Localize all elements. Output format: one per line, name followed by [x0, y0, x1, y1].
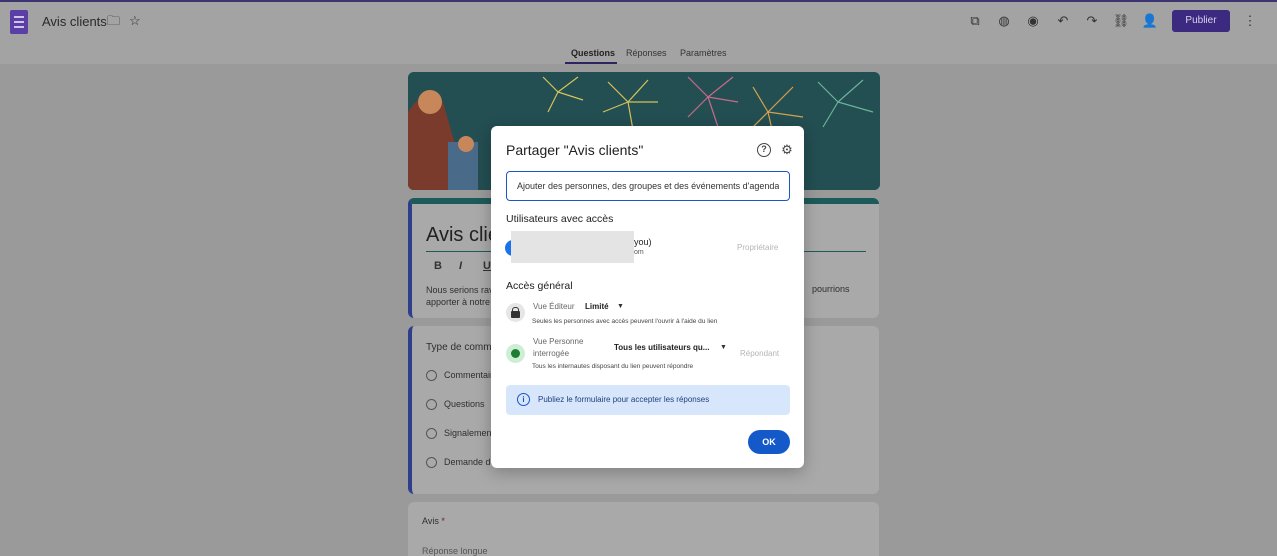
- required-mark: *: [441, 516, 445, 526]
- user-email: om: [634, 249, 644, 256]
- question-title[interactable]: Avis *: [422, 516, 445, 526]
- info-text: Publiez le formulaire pour accepter les …: [538, 395, 710, 404]
- option-label: Demande de: [444, 457, 496, 467]
- chevron-down-icon[interactable]: ▼: [617, 303, 624, 310]
- respondent-view-label-1: Vue Personne: [533, 337, 584, 346]
- owner-role-label: Propriétaire: [737, 243, 779, 252]
- info-icon: i: [517, 393, 530, 406]
- lock-icon: [506, 303, 525, 322]
- active-tab-indicator: [565, 62, 617, 64]
- radio-option[interactable]: Signalement: [426, 428, 495, 440]
- editor-access-description: Seules les personnes avec accès peuvent …: [532, 318, 718, 325]
- share-dialog: Partager "Avis clients" ? ⚙ Utilisateurs…: [491, 126, 804, 468]
- respondent-view-label-2: interrogée: [533, 349, 570, 358]
- general-access-heading: Accès général: [506, 280, 573, 292]
- users-with-access-heading: Utilisateurs avec accès: [506, 213, 614, 225]
- editor-view-label: Vue Éditeur: [533, 302, 575, 311]
- addon-icon[interactable]: ⧉: [966, 12, 984, 30]
- question-card-2[interactable]: Avis * Réponse longue: [408, 502, 879, 556]
- user-name: you): [634, 237, 652, 247]
- question-label: Avis: [422, 516, 439, 526]
- forms-logo-icon[interactable]: [10, 10, 28, 34]
- globe-icon: [506, 344, 525, 363]
- option-label: Signalement: [444, 428, 495, 438]
- option-label: Questions: [444, 399, 485, 409]
- italic-icon[interactable]: I: [459, 260, 462, 272]
- preview-icon[interactable]: ◉: [1024, 12, 1042, 30]
- undo-icon[interactable]: ↶: [1054, 12, 1072, 30]
- more-icon[interactable]: ⋮: [1241, 12, 1259, 30]
- radio-circle-icon[interactable]: [426, 428, 437, 440]
- link-icon[interactable]: ⛓: [1112, 12, 1130, 30]
- tab-settings[interactable]: Paramètres: [680, 48, 727, 58]
- redacted-user-block: [511, 231, 634, 263]
- bold-icon[interactable]: B: [434, 260, 442, 272]
- redo-icon[interactable]: ↷: [1083, 12, 1101, 30]
- radio-option[interactable]: Commentair: [426, 370, 494, 382]
- underline-icon[interactable]: U: [483, 260, 491, 272]
- form-title[interactable]: Avis clie: [426, 224, 499, 247]
- publish-info-banner: i Publiez le formulaire pour accepter le…: [506, 385, 790, 415]
- chevron-down-icon[interactable]: ▼: [720, 344, 727, 351]
- description-right-fragment: pourrions: [812, 284, 850, 294]
- form-tabs: Questions Réponses Paramètres: [0, 48, 1277, 64]
- dialog-title: Partager "Avis clients": [506, 142, 644, 158]
- radio-option[interactable]: Questions: [426, 399, 485, 411]
- help-icon[interactable]: ?: [757, 143, 771, 157]
- folder-icon[interactable]: 🗀: [107, 14, 120, 28]
- respondent-access-description: Tous les internautes disposant du lien p…: [532, 363, 694, 370]
- option-label: Commentair: [444, 370, 494, 380]
- question-title[interactable]: Type de comme: [426, 342, 497, 353]
- respondent-access-dropdown[interactable]: Tous les utilisateurs qu...: [614, 343, 709, 352]
- document-title[interactable]: Avis clients: [42, 14, 107, 29]
- radio-circle-icon[interactable]: [426, 457, 437, 469]
- ok-button[interactable]: OK: [748, 430, 790, 454]
- radio-circle-icon[interactable]: [426, 370, 437, 382]
- tab-questions[interactable]: Questions: [571, 48, 615, 58]
- add-collaborator-icon[interactable]: 👤: [1141, 12, 1159, 30]
- tab-responses[interactable]: Réponses: [626, 48, 667, 58]
- respondent-role-label: Répondant: [740, 349, 780, 358]
- radio-option[interactable]: Demande de: [426, 457, 496, 469]
- editor-access-dropdown[interactable]: Limité: [585, 302, 609, 311]
- settings-gear-icon[interactable]: ⚙: [780, 143, 794, 157]
- publish-button[interactable]: Publier: [1172, 10, 1230, 32]
- add-people-input[interactable]: [506, 171, 790, 201]
- star-icon[interactable]: ☆: [129, 14, 141, 28]
- palette-icon[interactable]: ◍: [995, 12, 1013, 30]
- radio-circle-icon[interactable]: [426, 399, 437, 411]
- answer-hint: Réponse longue: [422, 546, 488, 556]
